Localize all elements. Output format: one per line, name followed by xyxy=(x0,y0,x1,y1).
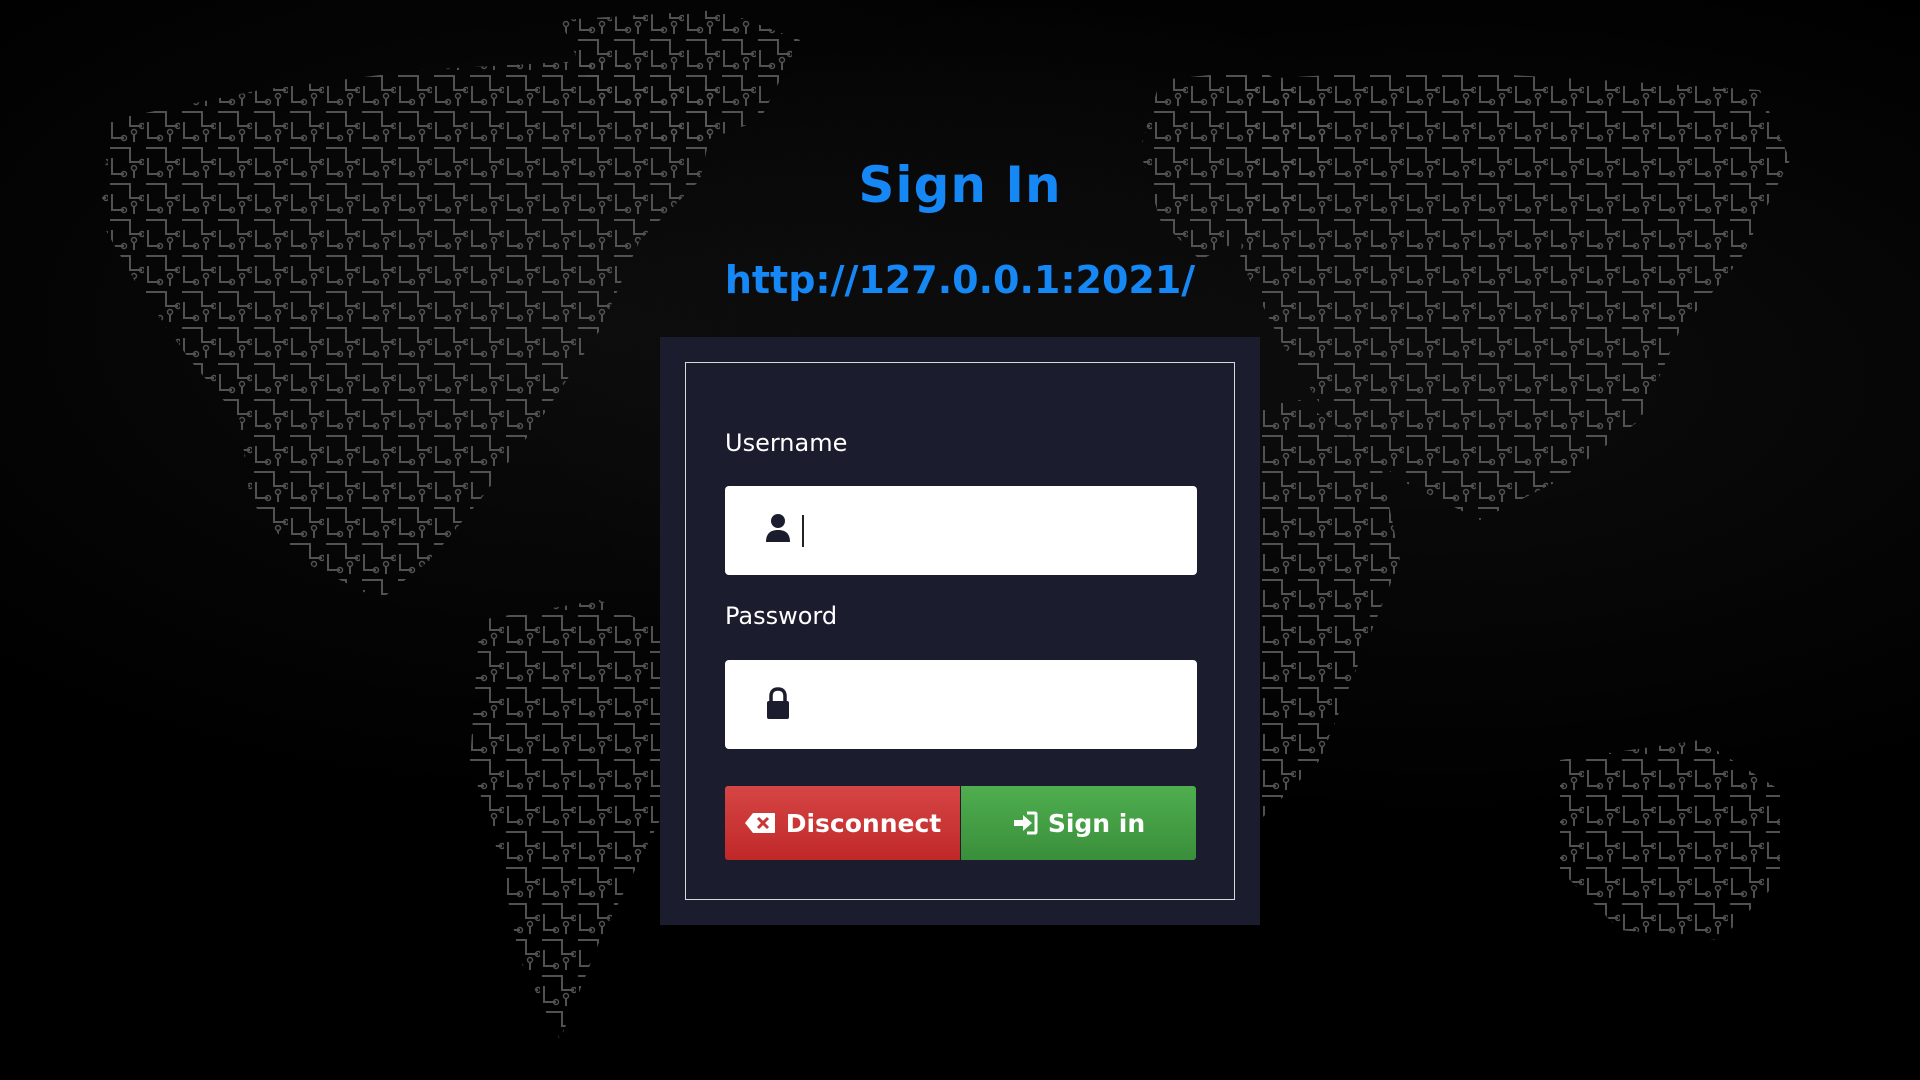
user-icon xyxy=(766,514,790,542)
username-label: Username xyxy=(725,429,848,457)
login-panel: Username Password Disconnect Sign in xyxy=(660,337,1260,925)
sign-in-button[interactable]: Sign in xyxy=(961,786,1196,860)
disconnect-label: Disconnect xyxy=(785,808,942,838)
backspace-x-icon xyxy=(744,813,775,833)
disconnect-button[interactable]: Disconnect xyxy=(725,786,960,860)
page-title: Sign In xyxy=(858,156,1062,214)
password-input[interactable] xyxy=(725,660,1197,749)
username-input[interactable] xyxy=(725,486,1197,575)
lock-icon xyxy=(767,687,789,719)
server-url: http://127.0.0.1:2021/ xyxy=(724,258,1196,302)
login-form: Username Password Disconnect Sign in xyxy=(685,362,1235,900)
sign-in-label: Sign in xyxy=(1047,808,1146,838)
text-caret xyxy=(802,515,804,547)
password-label: Password xyxy=(725,602,838,630)
sign-in-arrow-icon xyxy=(1013,811,1038,835)
